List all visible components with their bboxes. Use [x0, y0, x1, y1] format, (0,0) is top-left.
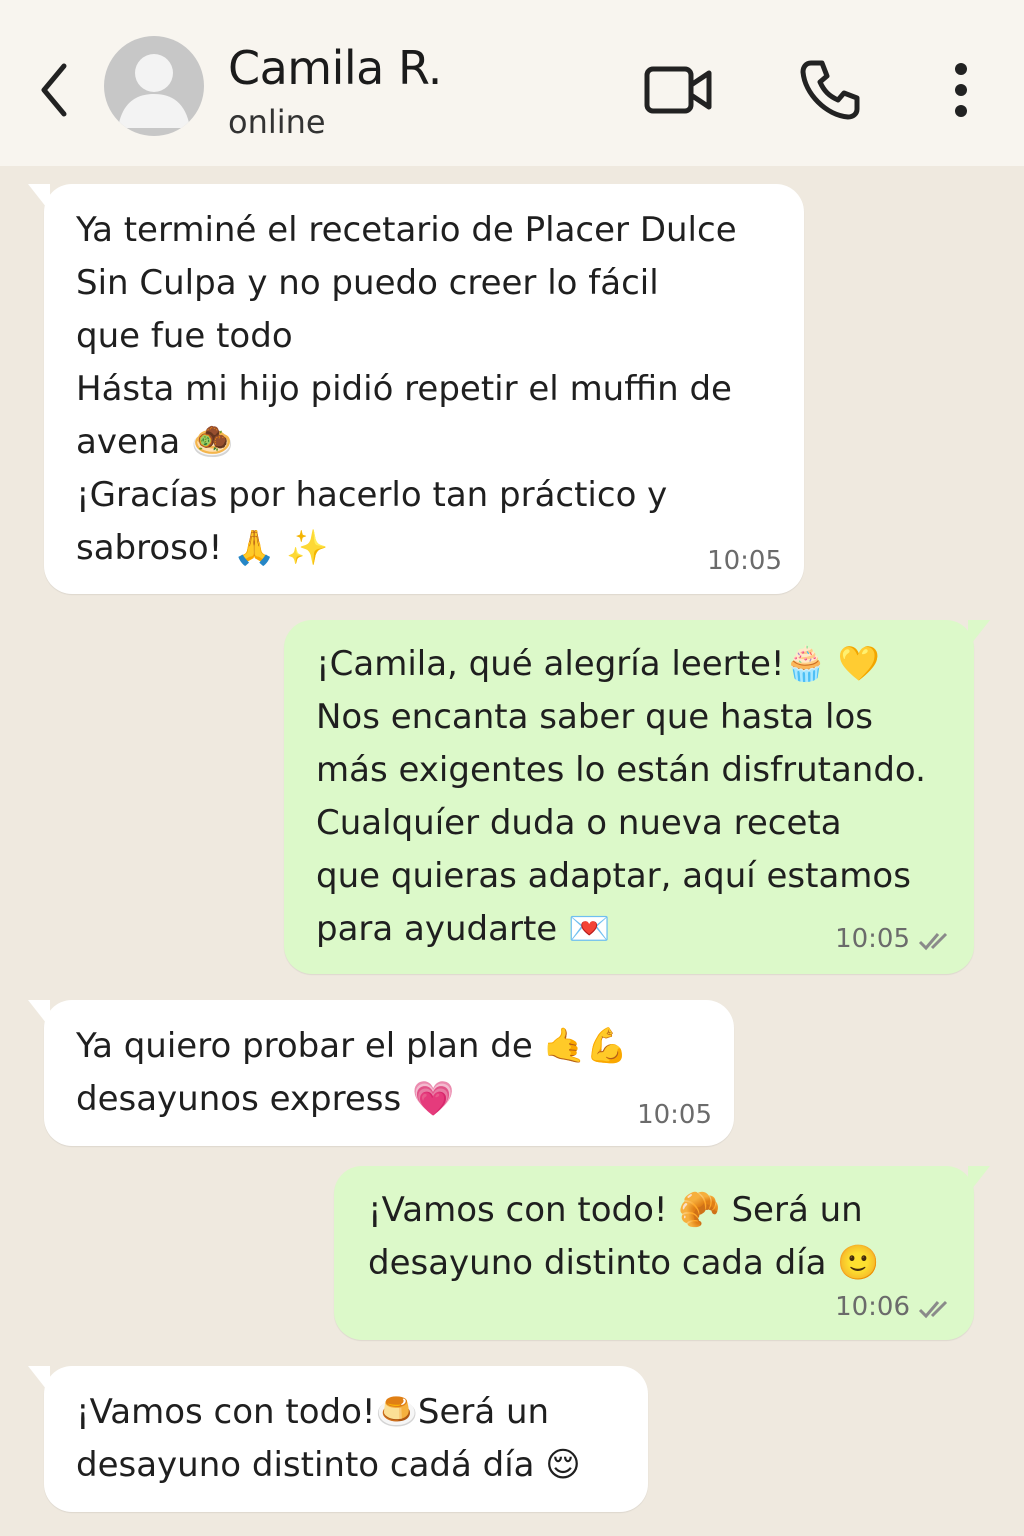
message-text: ¡Vamos con todo!🍮Será un desayuno distin…	[76, 1392, 581, 1485]
message-text: Ya quiero probar el plan de 🤙💪 desayunos…	[76, 1026, 629, 1119]
more-options-button[interactable]	[938, 52, 984, 128]
message-time: 10:05	[707, 546, 782, 576]
contact-avatar[interactable]	[104, 36, 204, 136]
message-time: 10:05	[835, 924, 910, 954]
message-bubble-outgoing[interactable]: ¡Camila, qué alegría leerte!🧁 💛 Nos enca…	[284, 620, 990, 974]
video-camera-icon	[644, 66, 712, 114]
chevron-left-icon	[41, 63, 67, 117]
contact-status: online	[228, 103, 326, 141]
bubble-tail	[28, 184, 50, 212]
bubble-tail	[968, 1166, 990, 1194]
phone-icon	[800, 60, 860, 120]
message-time: 10:06	[835, 1292, 910, 1322]
message-text: ¡Camila, qué alegría leerte!🧁 💛 Nos enca…	[316, 644, 926, 949]
message-bubble-incoming[interactable]: Ya quiero probar el plan de 🤙💪 desayunos…	[28, 1000, 734, 1146]
bubble-tail	[28, 1366, 50, 1394]
person-icon	[118, 54, 190, 128]
video-call-button[interactable]	[636, 52, 722, 128]
message-bubble-incoming[interactable]: Ya terminé el recetario de Placer Dulce …	[28, 184, 804, 594]
message-bubble-outgoing[interactable]: ¡Vamos con todo! 🥐 Será un desayuno dist…	[334, 1166, 990, 1340]
message-time: 10:05	[637, 1100, 712, 1130]
read-receipt-icon	[918, 1300, 948, 1319]
read-receipt-icon	[918, 932, 948, 951]
message-bubble-incoming[interactable]: ¡Vamos con todo!🍮Será un desayuno distin…	[28, 1366, 648, 1512]
bubble-tail	[968, 620, 990, 648]
contact-name[interactable]: Camila R.	[228, 40, 442, 96]
chat-header: Camila R. online	[0, 0, 1024, 167]
message-text: Ya terminé el recetario de Placer Dulce …	[76, 210, 737, 568]
bubble-tail	[28, 1000, 50, 1028]
back-button[interactable]	[26, 54, 82, 126]
message-list[interactable]: Ya terminé el recetario de Placer Dulce …	[0, 166, 1024, 1536]
more-vertical-icon	[955, 63, 967, 117]
voice-call-button[interactable]	[790, 52, 870, 128]
message-text: ¡Vamos con todo! 🥐 Será un desayuno dist…	[368, 1190, 880, 1283]
